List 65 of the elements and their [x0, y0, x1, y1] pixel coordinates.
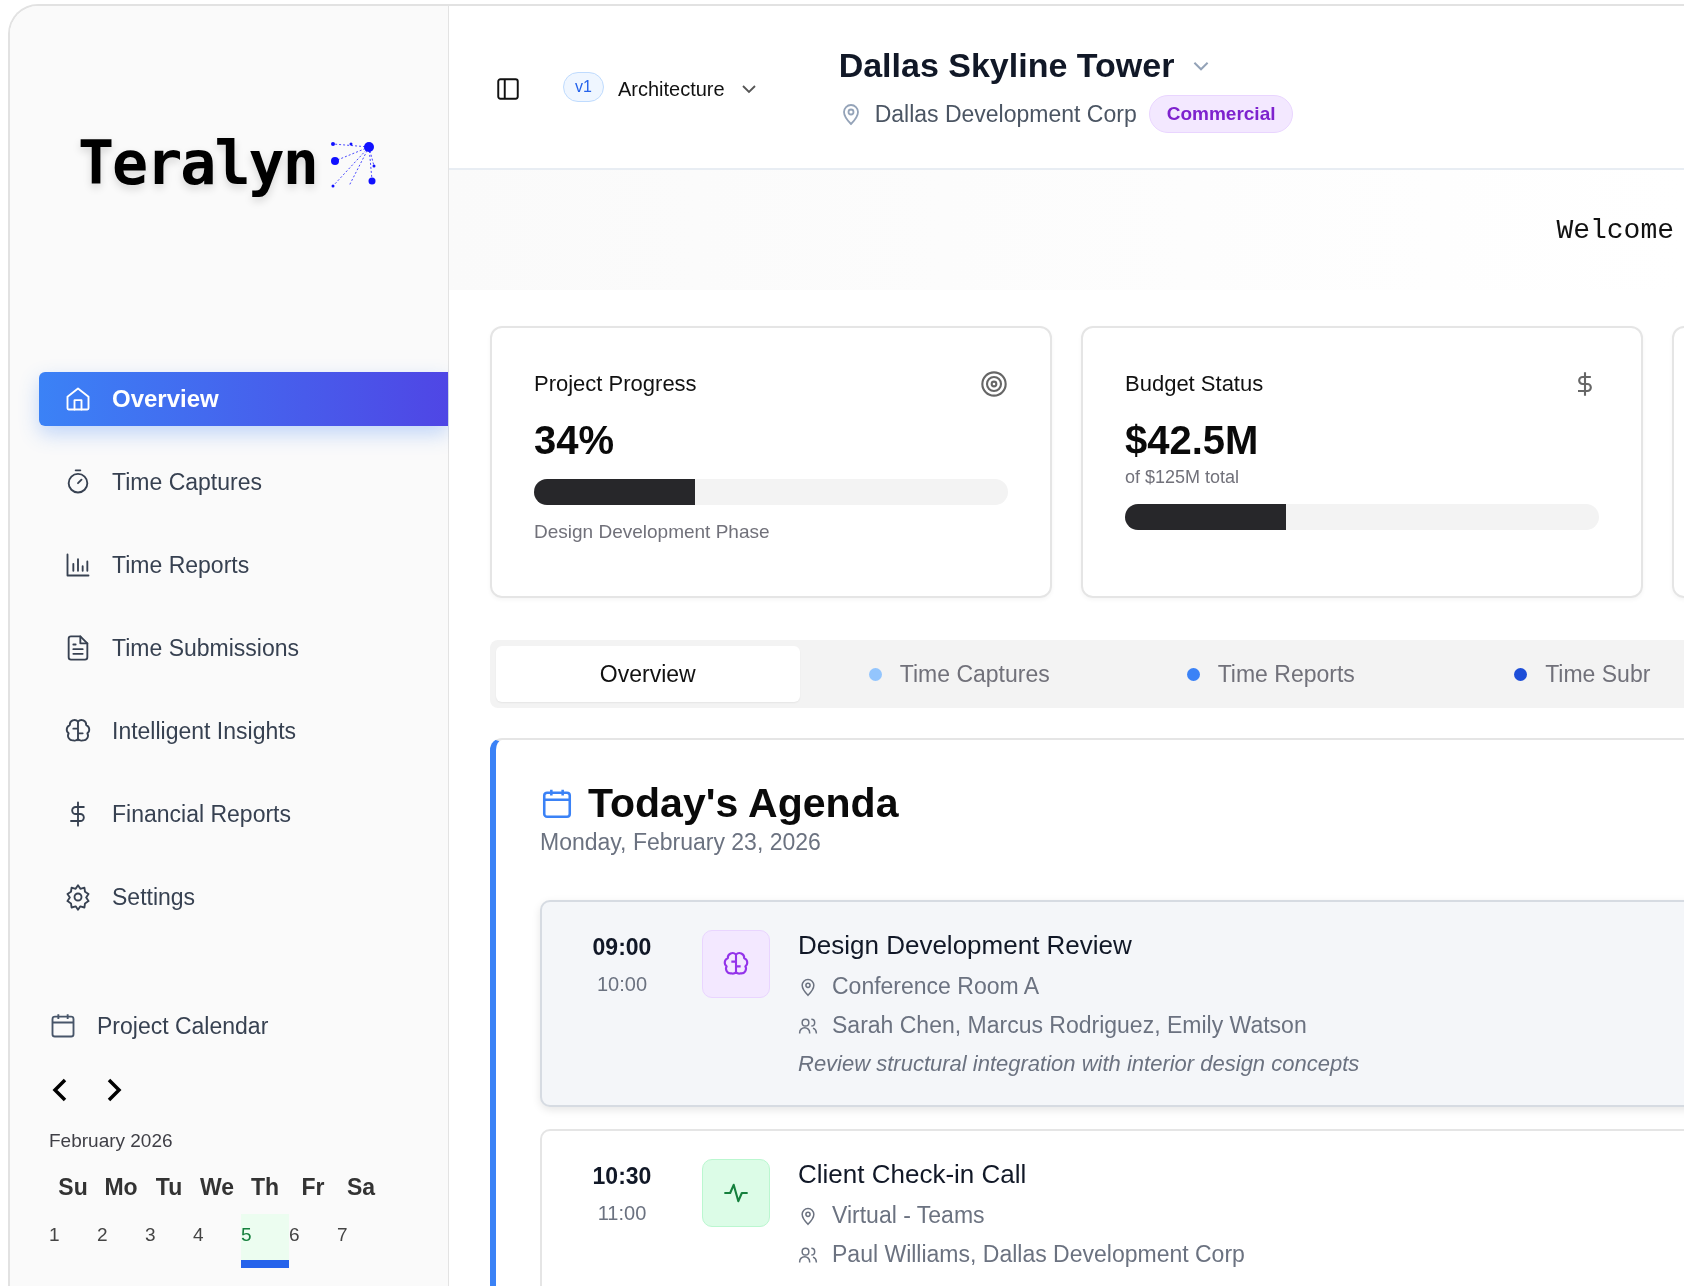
- card-subvalue: of $125M total: [1125, 467, 1241, 488]
- weekday-label: We: [198, 1174, 236, 1202]
- start-time: 09:00: [592, 934, 652, 961]
- weekday-label: Sa: [345, 1174, 377, 1202]
- event-attendees: Paul Williams, Dallas Development Corp: [832, 1241, 1245, 1268]
- card-value: $42.5M: [1125, 418, 1260, 463]
- event-location: Virtual - Teams: [832, 1202, 985, 1229]
- event-card[interactable]: 10:30 11:00 Client Check-in Call Virtual - Teams Paul Williams, Dallas Development Corp: [540, 1129, 1684, 1286]
- client-name: Dallas Development Corp: [874, 100, 1137, 128]
- project-title: Dallas Skyline Tower: [838, 46, 1175, 85]
- card-title: Budget Status: [1125, 371, 1264, 397]
- card-caption: Design Development Phase: [534, 521, 771, 543]
- calendar-title: Project Calendar: [97, 1012, 269, 1040]
- calendar-icon: [49, 1012, 77, 1040]
- weekday-label: Mo: [103, 1174, 139, 1202]
- network-logo-icon: [328, 141, 377, 189]
- location-pin-icon: [798, 1205, 818, 1226]
- event-attendees: Sarah Chen, Marcus Rodriguez, Emily Watson: [832, 1012, 1307, 1039]
- nav-item[interactable]: Time Submissions: [10, 621, 448, 675]
- weekday-label: Su: [57, 1174, 89, 1202]
- tab[interactable]: Time Captures: [807, 646, 1111, 702]
- weekday-label: Fr: [300, 1174, 326, 1202]
- event-note: Review structural integration with interior design concepts: [798, 1051, 1360, 1077]
- event-location: Conference Room A: [832, 973, 1040, 1000]
- nav-item[interactable]: Intelligent Insights: [10, 704, 448, 758]
- nav-item[interactable]: Overview: [39, 372, 448, 426]
- event-card[interactable]: 09:00 10:00 Design Development Review Conference Room A Sarah Chen, Marcus Rodriguez, Emily Watson Review structural integration with interior design concepts: [540, 900, 1684, 1107]
- event-title: Design Development Review: [798, 930, 1132, 961]
- tab[interactable]: Overview: [496, 646, 800, 702]
- calendar-day[interactable]: 6: [289, 1214, 337, 1268]
- calendar-day[interactable]: 2: [97, 1214, 145, 1268]
- card-value: 34%: [534, 418, 616, 463]
- location-pin-icon: [798, 976, 818, 997]
- agenda-title: Today's Agenda: [588, 780, 899, 827]
- sidebar-toggle-button[interactable]: [495, 76, 521, 102]
- nav-item[interactable]: Financial Reports: [10, 787, 448, 841]
- bar-chart-icon: [64, 551, 92, 579]
- nav-item[interactable]: Time Captures: [10, 455, 448, 509]
- calendar-day[interactable]: 1: [49, 1214, 97, 1268]
- calendar-day[interactable]: 7: [337, 1214, 385, 1268]
- calendar-day[interactable]: 4: [193, 1214, 241, 1268]
- tab[interactable]: Time Reports: [1119, 646, 1423, 702]
- calendar-day[interactable]: 5: [241, 1214, 289, 1268]
- version-badge: v1: [563, 72, 604, 102]
- settings-icon: [64, 883, 92, 911]
- end-time: 11:00: [597, 1202, 647, 1225]
- event-title: Client Check-in Call: [798, 1159, 1027, 1190]
- card-title: Project Progress: [534, 371, 697, 397]
- agenda-date: Monday, February 23, 2026: [540, 829, 822, 856]
- start-time: 10:30: [592, 1163, 652, 1190]
- brain-icon: [722, 950, 750, 978]
- tab[interactable]: Time Subr: [1430, 646, 1684, 702]
- weekday-label: Th: [249, 1174, 281, 1202]
- category-tag: Commercial: [1148, 95, 1294, 133]
- welcome-text: Welcome: [1556, 214, 1674, 246]
- discipline-dropdown[interactable]: Architecture: [617, 74, 759, 104]
- target-icon: [980, 370, 1008, 398]
- weekday-label: Tu: [154, 1174, 184, 1202]
- sidebar-icon: [495, 76, 521, 102]
- end-time: 10:00: [596, 973, 648, 996]
- nav-item[interactable]: Settings: [10, 870, 448, 924]
- calendar-day[interactable]: 3: [145, 1214, 193, 1268]
- month-label: February 2026: [49, 1130, 174, 1152]
- nav-item[interactable]: Time Reports: [10, 538, 448, 592]
- home-icon: [64, 385, 92, 413]
